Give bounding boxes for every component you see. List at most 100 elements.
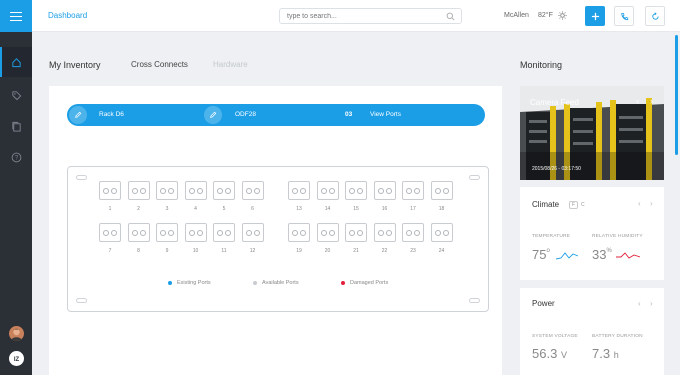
unit-f-toggle[interactable]: F [569, 201, 578, 209]
port-16[interactable] [373, 181, 396, 200]
phone-icon [620, 12, 628, 20]
port-socket [349, 229, 355, 236]
rack-screw [76, 175, 87, 180]
search-box[interactable] [279, 8, 462, 24]
port-number: 2 [137, 206, 140, 212]
port-number: 3 [165, 206, 169, 212]
user-avatar[interactable] [9, 326, 24, 341]
temperature-value: 75o [532, 247, 550, 262]
climate-title: Climate [532, 200, 560, 209]
port-9[interactable] [156, 223, 178, 242]
port-socket [328, 187, 335, 194]
port-socket [377, 187, 384, 194]
port-14[interactable] [316, 181, 339, 200]
climate-prev-button[interactable]: ‹ [638, 199, 641, 208]
port-socket [349, 187, 355, 194]
port-10[interactable] [184, 223, 207, 242]
camera-next-button[interactable]: › [650, 96, 653, 106]
refresh-button[interactable] [645, 6, 665, 26]
port-19[interactable] [288, 223, 310, 242]
port-socket [320, 187, 327, 194]
port-number: 8 [137, 248, 140, 254]
menu-button[interactable] [0, 0, 32, 32]
port-22[interactable] [373, 223, 396, 242]
port-number: 20 [324, 248, 331, 254]
port-socket [103, 229, 109, 236]
port-number: 10 [192, 248, 199, 254]
unit-c-toggle[interactable]: C [581, 202, 585, 208]
port-number: 21 [353, 248, 359, 254]
port-socket [168, 187, 174, 194]
camera-title: Camera Feed [530, 98, 579, 107]
rack-screw [469, 175, 480, 180]
call-button[interactable] [614, 6, 634, 26]
edit-odf-button[interactable] [204, 106, 222, 124]
port-20[interactable] [316, 223, 339, 242]
port-18[interactable] [430, 181, 453, 200]
port-8[interactable] [127, 223, 150, 242]
port-17[interactable] [402, 181, 424, 200]
brand-logo[interactable]: IZ [9, 351, 24, 366]
view-ports-link[interactable]: View Ports [370, 111, 401, 118]
port-2[interactable] [127, 181, 150, 200]
search-icon[interactable] [446, 12, 455, 21]
port-11[interactable] [213, 223, 235, 242]
tab-my-inventory[interactable]: My Inventory [49, 60, 101, 70]
rack-info-bar: Rack D6 ODF28 03 View Ports [67, 104, 485, 126]
port-3[interactable] [156, 181, 178, 200]
pencil-icon [210, 111, 217, 118]
add-button[interactable] [585, 6, 605, 26]
sidebar-item-home[interactable] [0, 47, 32, 77]
legend-label: Existing Ports [177, 280, 211, 286]
top-header: Dashboard McAllen 82°F [32, 0, 680, 32]
copy-icon [11, 121, 21, 132]
port-socket [434, 187, 441, 194]
port-count: 03 [345, 111, 353, 118]
port-23[interactable] [402, 223, 424, 242]
home-icon [11, 57, 21, 67]
search-input[interactable] [287, 12, 437, 21]
power-title: Power [532, 299, 555, 308]
camera-timestamp: 2015/08/26 - 03:17:50 [532, 166, 581, 172]
port-socket [385, 229, 392, 236]
sidebar-item-tags[interactable] [0, 80, 32, 110]
scrollbar[interactable] [675, 35, 678, 155]
page-title[interactable]: Dashboard [48, 11, 87, 20]
inventory-panel: Rack D6 ODF28 03 View Ports Existing Por… [49, 86, 502, 375]
tab-hardware[interactable]: Hardware [213, 60, 248, 69]
port-24[interactable] [430, 223, 453, 242]
legend-available: Available Ports [253, 280, 299, 286]
camera-feed[interactable]: Camera Feed ‹ › 2015/08/26 - 03:17:50 [520, 86, 664, 180]
refresh-icon [651, 11, 659, 20]
climate-next-button[interactable]: › [650, 199, 653, 208]
port-12[interactable] [241, 223, 264, 242]
port-13[interactable] [288, 181, 310, 200]
sidebar-item-help[interactable]: ? [0, 142, 32, 172]
legend-label: Available Ports [262, 280, 299, 286]
tab-cross-connects[interactable]: Cross Connects [131, 60, 188, 69]
port-number: 16 [381, 206, 388, 212]
port-socket [111, 187, 117, 194]
port-7[interactable] [99, 223, 121, 242]
port-6[interactable] [241, 181, 264, 200]
port-socket [292, 229, 298, 236]
port-socket [300, 229, 306, 236]
port-1[interactable] [99, 181, 121, 200]
power-next-button[interactable]: › [650, 299, 653, 308]
port-15[interactable] [345, 181, 367, 200]
port-4[interactable] [184, 181, 207, 200]
port-socket [414, 187, 420, 194]
port-21[interactable] [345, 223, 367, 242]
hamburger-icon [10, 11, 22, 21]
sidebar-item-pages[interactable] [0, 111, 32, 141]
port-number: 12 [249, 248, 256, 254]
power-prev-button[interactable]: ‹ [638, 299, 641, 308]
port-5[interactable] [213, 181, 235, 200]
edit-rack-button[interactable] [69, 106, 87, 124]
camera-prev-button[interactable]: ‹ [636, 96, 639, 106]
port-socket [160, 187, 166, 194]
legend-damaged: Damaged Ports [341, 280, 388, 286]
temperature-sparkline [556, 252, 578, 260]
port-socket [225, 187, 231, 194]
port-socket [188, 187, 195, 194]
